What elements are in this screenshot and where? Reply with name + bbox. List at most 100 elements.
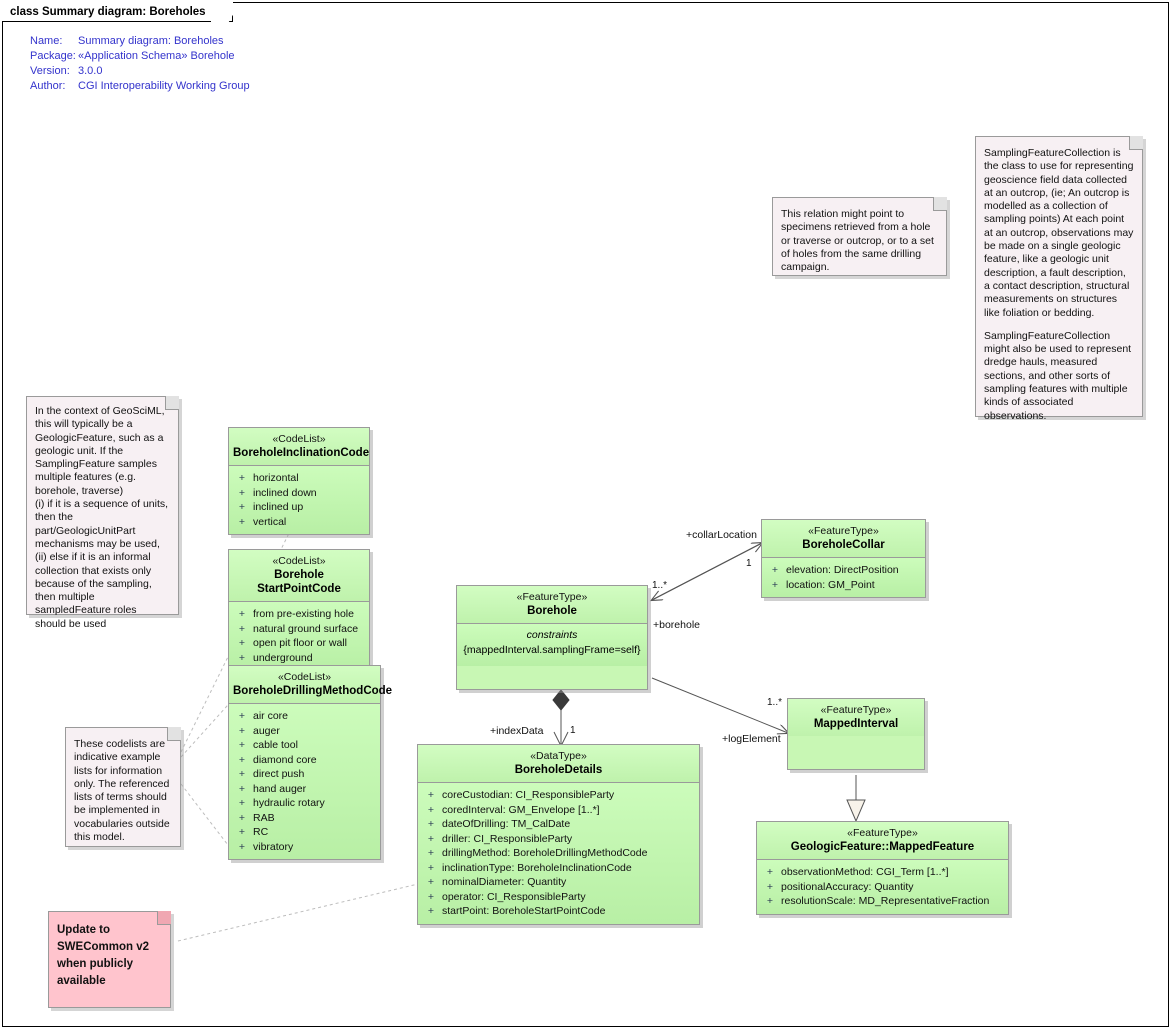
class-borehole-inclination-code[interactable]: «CodeList» BoreholeInclinationCode + hor…	[228, 427, 370, 535]
attribute-row: + from pre-existing hole	[231, 607, 367, 622]
class-stereotype: «FeatureType»	[847, 827, 918, 839]
attribute-row: + startPoint: BoreholeStartPointCode	[420, 904, 697, 919]
attribute-row: + inclinationType: BoreholeInclinationCo…	[420, 861, 697, 876]
attribute-row: + diamond core	[231, 753, 378, 768]
class-attributes: + coreCustodian: CI_ResponsibleParty + c…	[418, 783, 699, 924]
attribute-label: inclined down	[253, 486, 317, 499]
uml-diagram-canvas: class Summary diagram: Boreholes Name: S…	[0, 0, 1173, 1031]
metadata-value: 3.0.0	[78, 65, 103, 77]
attribute-row: + nominalDiameter: Quantity	[420, 875, 697, 890]
class-header: «DataType» BoreholeDetails	[418, 745, 699, 783]
attribute-label: location: GM_Point	[786, 578, 875, 591]
attribute-label: nominalDiameter: Quantity	[442, 876, 567, 888]
attribute-label: resolutionScale: MD_RepresentativeFracti…	[781, 895, 990, 907]
class-stereotype: «CodeList»	[272, 433, 326, 445]
note-dogear-icon	[1129, 136, 1143, 150]
attribute-row: + dateOfDrilling: TM_CalDate	[420, 817, 697, 832]
visibility-marker: +	[771, 578, 779, 591]
note-paragraph: SamplingFeatureCollection is the class t…	[984, 147, 1134, 319]
attribute-row: + drillingMethod: BoreholeDrillingMethod…	[420, 846, 697, 861]
connector-role-log-element: +logElement	[722, 733, 781, 745]
metadata-value: Summary diagram: Boreholes	[78, 35, 224, 47]
connector-multiplicity-index-data: 1	[570, 725, 576, 736]
attribute-label: coredInterval: GM_Envelope [1..*]	[442, 803, 600, 816]
visibility-marker: +	[238, 515, 246, 528]
visibility-marker: +	[771, 564, 779, 576]
class-name: MappedInterval	[813, 718, 899, 730]
attribute-label: direct push	[253, 768, 305, 780]
class-borehole-drilling-method-code[interactable]: «CodeList» BoreholeDrillingMethodCode + …	[228, 665, 392, 860]
visibility-marker: +	[238, 826, 246, 838]
tab-slant-decoration	[211, 2, 233, 23]
attribute-row: + elevation: DirectPosition	[764, 563, 923, 578]
metadata-key: Author:	[30, 80, 66, 92]
class-attributes: + air core + auger + cable tool + diamon…	[229, 704, 380, 859]
attribute-row: + vertical	[231, 515, 367, 530]
note-sampling-feature-collection[interactable]: SamplingFeatureCollection is the class t…	[975, 136, 1143, 422]
metadata-row-name: Name: Summary diagram: Boreholes	[30, 34, 250, 49]
class-name: GeologicFeature::MappedFeature	[790, 841, 975, 853]
attribute-label: dateOfDrilling: TM_CalDate	[442, 818, 571, 830]
class-header: «FeatureType» GeologicFeature::MappedFea…	[757, 822, 1008, 860]
attribute-row: + open pit floor or wall	[231, 636, 367, 651]
class-borehole-start-point-code[interactable]: «CodeList» Borehole StartPointCode + fro…	[228, 549, 370, 671]
note-paragraph: In the context of GeoSciML, this will ty…	[35, 405, 165, 497]
class-header: «CodeList» Borehole StartPointCode	[229, 550, 369, 602]
attribute-label: inclinationType: BoreholeInclinationCode	[442, 861, 632, 874]
attribute-row: + hand auger	[231, 782, 378, 797]
attribute-label: vibratory	[253, 840, 294, 853]
class-borehole-collar[interactable]: «FeatureType» BoreholeCollar + elevation…	[761, 519, 926, 598]
note-paragraph: (i) if it is a sequence of units, then t…	[35, 498, 169, 550]
constraints-title: constraints	[526, 629, 578, 641]
attribute-label: elevation: DirectPosition	[786, 564, 899, 576]
visibility-marker: +	[238, 768, 246, 780]
attribute-label: auger	[253, 724, 280, 737]
class-name: Borehole	[527, 605, 577, 617]
attribute-label: RAB	[253, 811, 275, 824]
note-paragraph: This relation might point to specimens r…	[781, 208, 934, 274]
attribute-label: natural ground surface	[253, 622, 359, 635]
attribute-label: air core	[253, 710, 289, 722]
metadata-value: «Application Schema» Borehole	[78, 50, 235, 62]
class-borehole-details[interactable]: «DataType» BoreholeDetails + coreCustodi…	[417, 744, 700, 925]
visibility-marker: +	[238, 501, 246, 513]
visibility-marker: +	[238, 710, 246, 722]
attribute-row: + underground	[231, 651, 367, 666]
connector-multiplicity-collar-location: 1	[746, 558, 752, 569]
note-dogear-icon	[933, 197, 947, 211]
class-attributes: + elevation: DirectPosition + location: …	[762, 558, 925, 597]
attribute-row: + RC	[231, 825, 378, 840]
note-paragraph: Update to SWECommon v2 when publicly ava…	[57, 924, 150, 987]
class-attributes: + observationMethod: CGI_Term [1..*] + p…	[757, 860, 1008, 914]
note-geosciml-context[interactable]: In the context of GeoSciML, this will ty…	[26, 396, 179, 630]
class-name: BoreholeInclinationCode	[233, 447, 370, 459]
class-header: «CodeList» BoreholeInclinationCode	[229, 428, 369, 466]
visibility-marker: +	[427, 876, 435, 888]
visibility-marker: +	[238, 739, 246, 751]
connector-multiplicity-log-element: 1..*	[767, 697, 783, 708]
class-mapped-feature[interactable]: «FeatureType» GeologicFeature::MappedFea…	[756, 821, 1009, 915]
visibility-marker: +	[238, 840, 246, 853]
visibility-marker: +	[427, 832, 435, 845]
metadata-key: Name:	[30, 35, 63, 47]
attribute-label: open pit floor or wall	[253, 637, 347, 649]
attribute-label: inclined up	[253, 501, 304, 513]
diagram-frame-tab: class Summary diagram: Boreholes	[2, 2, 233, 22]
visibility-marker: +	[766, 895, 774, 907]
visibility-marker: +	[238, 782, 246, 795]
attribute-row: + positionalAccuracy: Quantity	[759, 880, 1006, 895]
class-header: «CodeList» BoreholeDrillingMethodCode	[229, 666, 392, 704]
class-mapped-interval[interactable]: «FeatureType» MappedInterval	[787, 698, 925, 770]
class-name: BoreholeDetails	[514, 764, 603, 776]
note-paragraph: These codelists are indicative example l…	[74, 738, 170, 844]
visibility-marker: +	[427, 905, 435, 917]
note-dogear-icon	[165, 396, 179, 410]
note-codelists-indicative[interactable]: These codelists are indicative example l…	[65, 727, 181, 847]
attribute-row: + hydraulic rotary	[231, 796, 378, 811]
note-relation-specimens[interactable]: This relation might point to specimens r…	[772, 197, 947, 276]
metadata-key: Version:	[30, 65, 70, 77]
class-borehole[interactable]: «FeatureType» Borehole constraints {mapp…	[456, 585, 648, 690]
metadata-key: Package:	[30, 50, 76, 62]
attribute-row: + inclined down	[231, 486, 367, 501]
note-swecommon-update[interactable]: Update to SWECommon v2 when publicly ava…	[48, 911, 171, 1008]
